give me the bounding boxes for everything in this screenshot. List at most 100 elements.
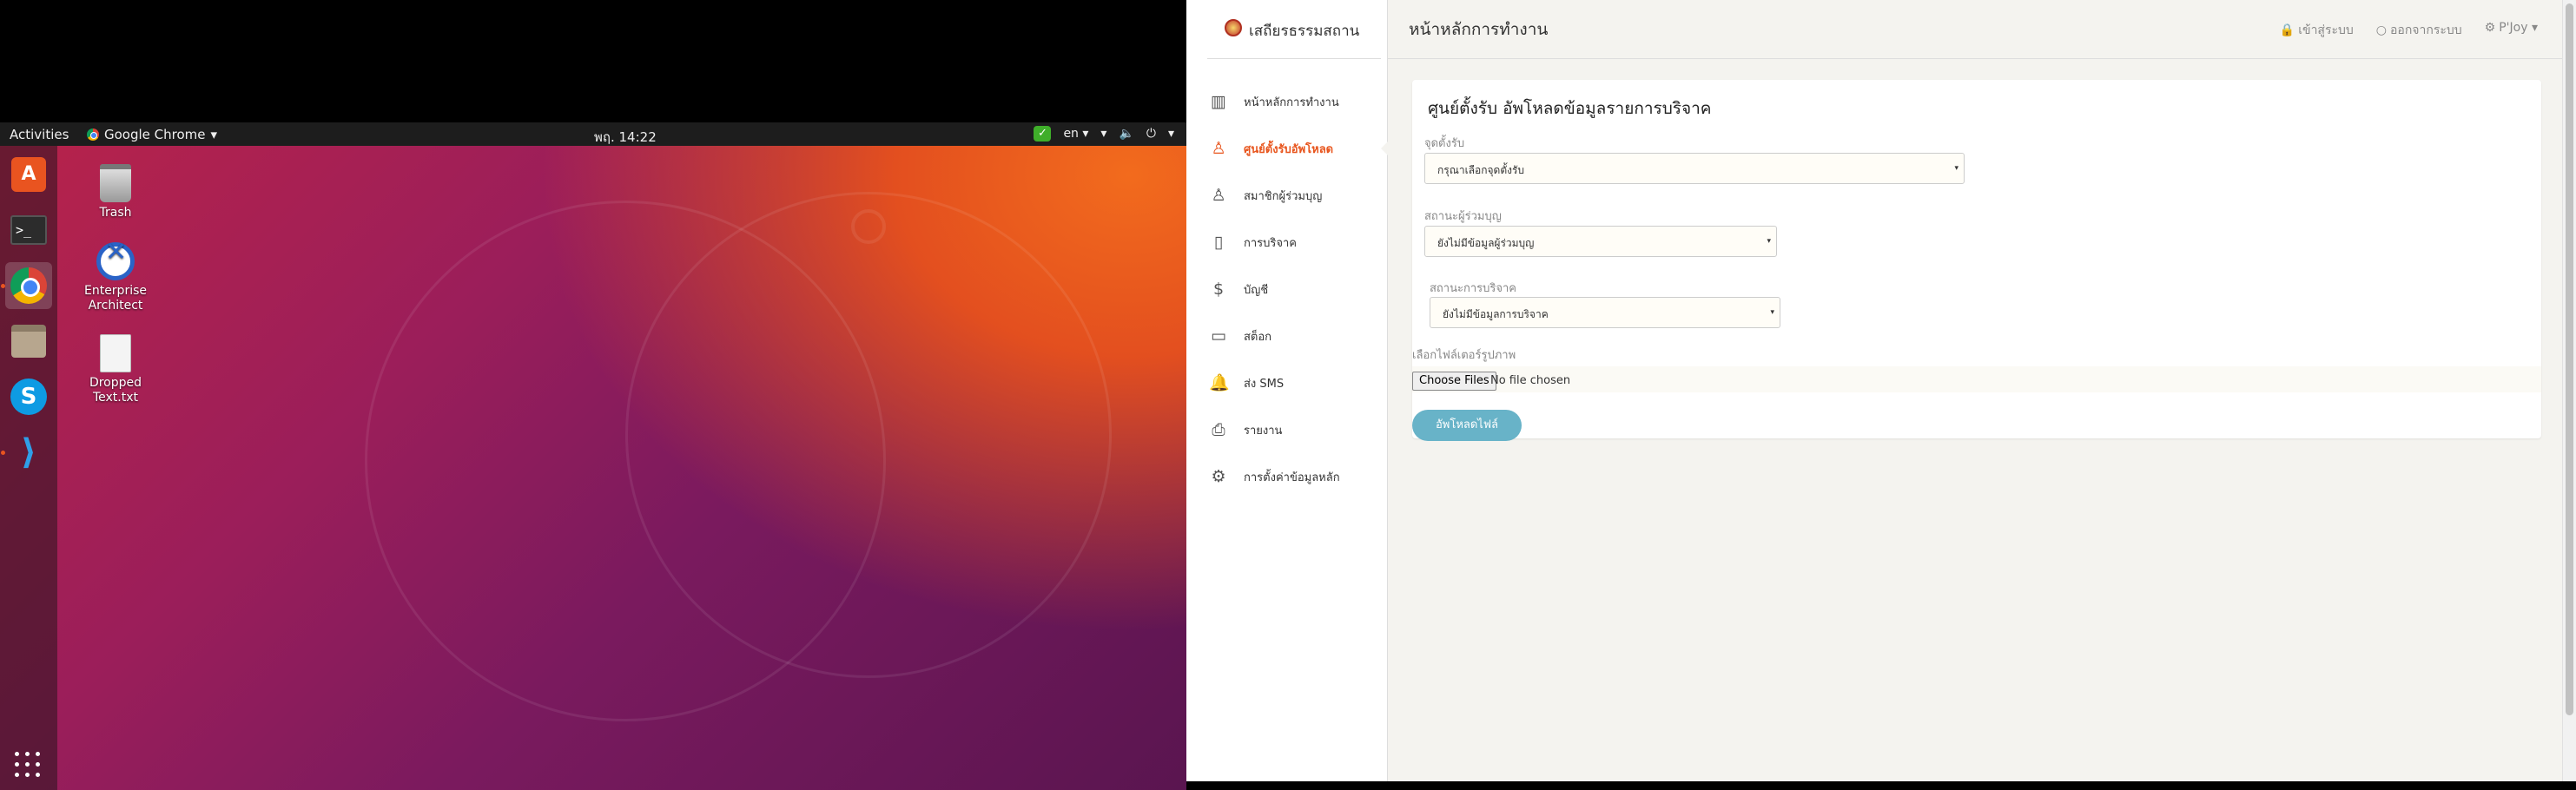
chrome-icon — [10, 267, 47, 304]
vscode-icon: ⟩ — [20, 432, 37, 472]
dock-ubuntu-software[interactable]: A — [5, 151, 52, 198]
select-value: ยังไม่มีข้อมูลผู้ร่วมบุญ — [1437, 237, 1535, 249]
clock[interactable]: พฤ. 14:22 — [594, 127, 657, 148]
top-bar: Activities Google Chrome ▾ พฤ. 14:22 ✓ e… — [0, 122, 1186, 146]
dock-vscode[interactable]: ⟩ — [5, 429, 52, 476]
chrome-icon — [87, 128, 99, 141]
user-name: P'Joy — [2499, 21, 2528, 35]
box-icon: ▭ — [1211, 326, 1226, 346]
update-check-icon[interactable]: ✓ — [1034, 126, 1052, 142]
dashboard-icon: ▥ — [1211, 92, 1226, 111]
sidebar-item-stock[interactable]: ▭ สต็อก — [1186, 313, 1388, 359]
receive-point-label: จุดตั้งรับ — [1424, 137, 1465, 150]
user-menu[interactable]: ⚙ P'Joy ▾ — [2485, 21, 2538, 40]
show-applications-icon[interactable] — [15, 752, 41, 778]
sidebar-item-label: สต็อก — [1244, 330, 1272, 344]
select-value: กรุณาเลือกจุดตั้งรับ — [1437, 164, 1525, 176]
sidebar-item-settings[interactable]: ⚙ การตั้งค่าข้อมูลหลัก — [1186, 453, 1388, 500]
tablet-icon: ▯ — [1213, 233, 1224, 252]
user-icon: ♙ — [1211, 139, 1226, 158]
sidebar-item-reports[interactable]: ⎙ รายงาน — [1186, 406, 1388, 453]
donor-status-select[interactable]: ยังไม่มีข้อมูลผู้ร่วมบุญ ▾ — [1424, 226, 1777, 257]
sidebar-item-sms[interactable]: 🔔 ส่ง SMS — [1186, 359, 1388, 406]
dock-terminal[interactable]: >_ — [5, 207, 52, 253]
select-value: ยังไม่มีข้อมูลการบริจาค — [1443, 308, 1549, 320]
files-icon — [11, 325, 46, 358]
dollar-icon: $ — [1212, 280, 1225, 299]
desktop-icon-label: Dropped Text.txt — [89, 376, 142, 405]
donation-status-label: สถานะการบริจาค — [1430, 282, 1516, 295]
gear-icon: ⚙ — [1211, 467, 1226, 486]
sidebar-item-label: การบริจาค — [1244, 236, 1298, 250]
logout-label: ออกจากระบบ — [2390, 23, 2462, 37]
enterprise-architect-icon — [96, 242, 135, 280]
app-menu-label: Google Chrome — [104, 127, 206, 142]
wallpaper-eye — [851, 209, 886, 244]
upload-button[interactable]: อัพโหลดไฟล์ — [1412, 410, 1522, 441]
sidebar: เสถียรธรรมสถาน ▥ หน้าหลักการทำงาน ♙ ศูนย… — [1186, 0, 1389, 781]
dock-files[interactable] — [5, 318, 52, 365]
language-label: en — [1063, 127, 1079, 141]
sidebar-item-dashboard[interactable]: ▥ หน้าหลักการทำงาน — [1186, 78, 1388, 125]
header-links: 🔒 เข้าสู่ระบบ ○ ออกจากระบบ ⚙ P'Joy ▾ — [2280, 21, 2538, 40]
dock: A >_ S ⟩ — [0, 146, 57, 790]
file-status-text: No file chosen — [1490, 374, 1571, 387]
file-input-row: Choose Files No file chosen — [1412, 366, 2541, 392]
receive-point-select[interactable]: กรุณาเลือกจุดตั้งรับ ▾ — [1424, 153, 1965, 184]
sidebar-item-label: หน้าหลักการทำงาน — [1244, 95, 1339, 109]
chevron-down-icon: ▾ — [2531, 21, 2538, 35]
login-label: เข้าสู่ระบบ — [2298, 23, 2354, 37]
ubuntu-software-icon: A — [11, 157, 46, 192]
sidebar-item-label: บัญชี — [1244, 283, 1269, 297]
desktop-icon-trash[interactable]: Trash — [68, 164, 163, 221]
sidebar-item-label: ส่ง SMS — [1244, 377, 1285, 391]
chevron-down-icon[interactable]: ▾ — [1168, 127, 1174, 141]
circle-icon: ○ — [2375, 23, 2388, 37]
page-scrollbar[interactable] — [2562, 0, 2576, 781]
sidebar-item-upload-center[interactable]: ♙ ศูนย์ตั้งรับอัพโหลด — [1186, 125, 1389, 172]
login-link[interactable]: 🔒 เข้าสู่ระบบ — [2280, 21, 2354, 40]
text-file-icon — [100, 334, 131, 372]
app-menu[interactable]: Google Chrome ▾ — [87, 127, 217, 142]
sidebar-item-label: ศูนย์ตั้งรับอัพโหลด — [1244, 142, 1334, 156]
language-indicator[interactable]: en ▾ — [1063, 127, 1088, 141]
system-tray: ✓ en ▾ ▾ 🔈 ⏻ ▾ — [1034, 126, 1174, 142]
skype-icon: S — [10, 379, 47, 415]
logout-link[interactable]: ○ ออกจากระบบ — [2376, 21, 2462, 40]
chevron-down-icon: ▾ — [1954, 164, 1958, 173]
dock-skype[interactable]: S — [5, 373, 52, 420]
user-icon: ♙ — [1211, 186, 1226, 205]
running-indicator — [1, 451, 5, 455]
sidebar-item-donations[interactable]: ▯ การบริจาค — [1186, 219, 1388, 266]
sidebar-item-label: สมาชิกผู้ร่วมบุญ — [1244, 189, 1323, 203]
chevron-down-icon: ▾ — [1770, 308, 1774, 317]
activities-button[interactable]: Activities — [10, 127, 69, 142]
dock-google-chrome[interactable] — [5, 262, 52, 309]
logo-emblem-icon — [1225, 19, 1242, 36]
sidebar-item-accounts[interactable]: $ บัญชี — [1186, 266, 1388, 313]
desktop-icon-enterprise-architect[interactable]: Enterprise Architect — [68, 242, 163, 313]
network-icon[interactable]: ▾ — [1100, 127, 1106, 141]
logo-text: เสถียรธรรมสถาน — [1249, 23, 1360, 40]
volume-icon[interactable]: 🔈 — [1119, 127, 1133, 141]
desktop-icon-label: Enterprise Architect — [83, 284, 148, 313]
power-icon[interactable]: ⏻ — [1146, 127, 1156, 141]
form-title: ศูนย์ตั้งรับ อัพโหลดข้อมูลรายการบริจาค — [1428, 99, 1712, 118]
sidebar-nav: ▥ หน้าหลักการทำงาน ♙ ศูนย์ตั้งรับอัพโหลด… — [1186, 78, 1389, 500]
sidebar-item-members[interactable]: ♙ สมาชิกผู้ร่วมบุญ — [1186, 172, 1388, 219]
printer-icon: ⎙ — [1212, 420, 1225, 439]
wallpaper-circle — [625, 192, 1112, 678]
chevron-down-icon: ▾ — [1767, 237, 1771, 246]
running-indicator — [1, 284, 5, 288]
sidebar-item-label: รายงาน — [1244, 424, 1283, 438]
donor-status-label: สถานะผู้ร่วมบุญ — [1424, 210, 1502, 223]
upload-form-card: ศูนย์ตั้งรับ อัพโหลดข้อมูลรายการบริจาค จ… — [1412, 80, 2541, 441]
choose-files-button[interactable]: Choose Files — [1412, 372, 1496, 391]
lock-icon: 🔒 — [2279, 23, 2295, 37]
chevron-down-icon: ▾ — [1082, 127, 1089, 141]
donation-status-select[interactable]: ยังไม่มีข้อมูลการบริจาค ▾ — [1430, 297, 1780, 328]
scrollbar-thumb[interactable] — [2566, 3, 2573, 715]
desktop-icon-dropped-text[interactable]: Dropped Text.txt — [68, 334, 163, 405]
page-title[interactable]: หน้าหลักการทำงาน — [1409, 16, 1548, 43]
logo[interactable]: เสถียรธรรมสถาน — [1207, 16, 1381, 59]
